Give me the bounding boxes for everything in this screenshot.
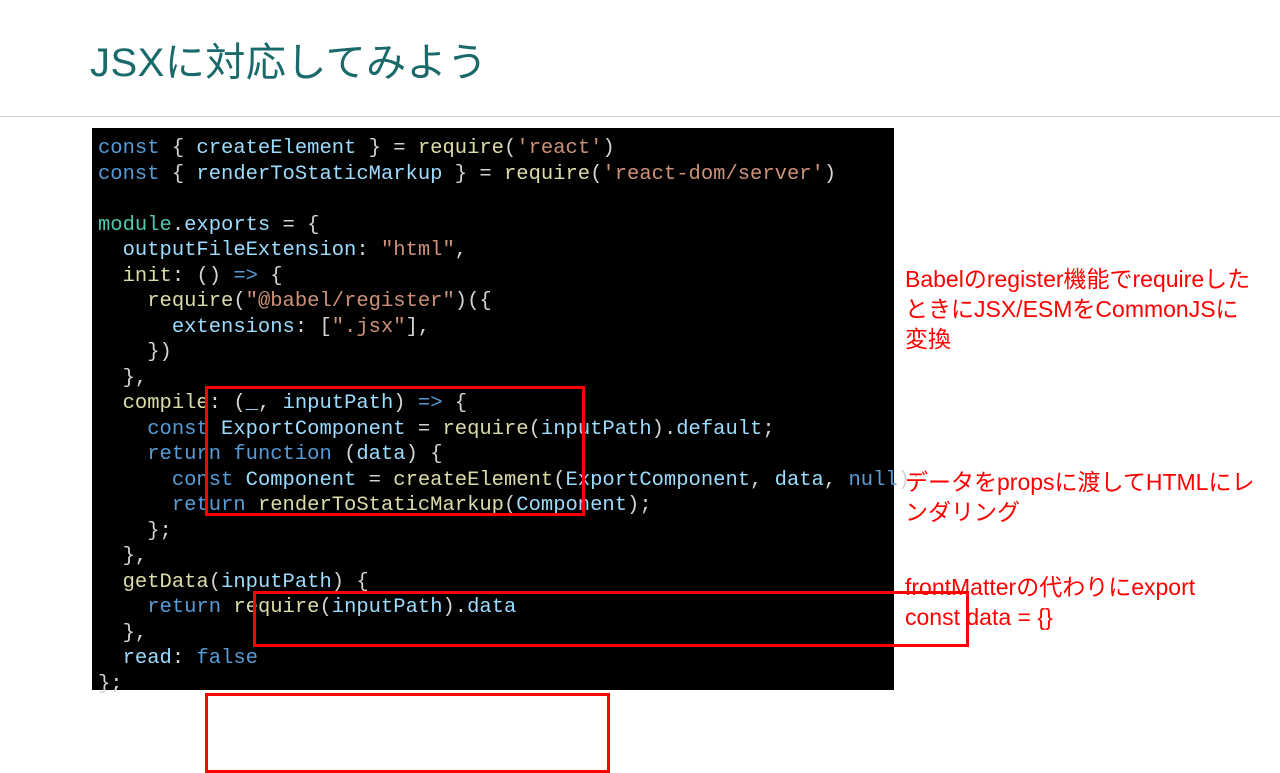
slide: JSXに対応してみよう const { createElement } = re… bbox=[0, 0, 1280, 720]
code-block: const { createElement } = require('react… bbox=[92, 128, 894, 690]
annotation-props: データをpropsに渡してHTMLにレンダリング bbox=[905, 467, 1255, 527]
highlight-box-getdata bbox=[205, 693, 610, 773]
annotation-frontmatter: frontMatterの代わりにexport const data = {} bbox=[905, 572, 1255, 632]
title-divider bbox=[0, 116, 1280, 117]
annotation-babel: Babelのregister機能でrequireしたときにJSX/ESMをCom… bbox=[905, 264, 1255, 354]
code-content: const { createElement } = require('react… bbox=[98, 136, 888, 697]
slide-title: JSXに対応してみよう bbox=[90, 30, 488, 88]
